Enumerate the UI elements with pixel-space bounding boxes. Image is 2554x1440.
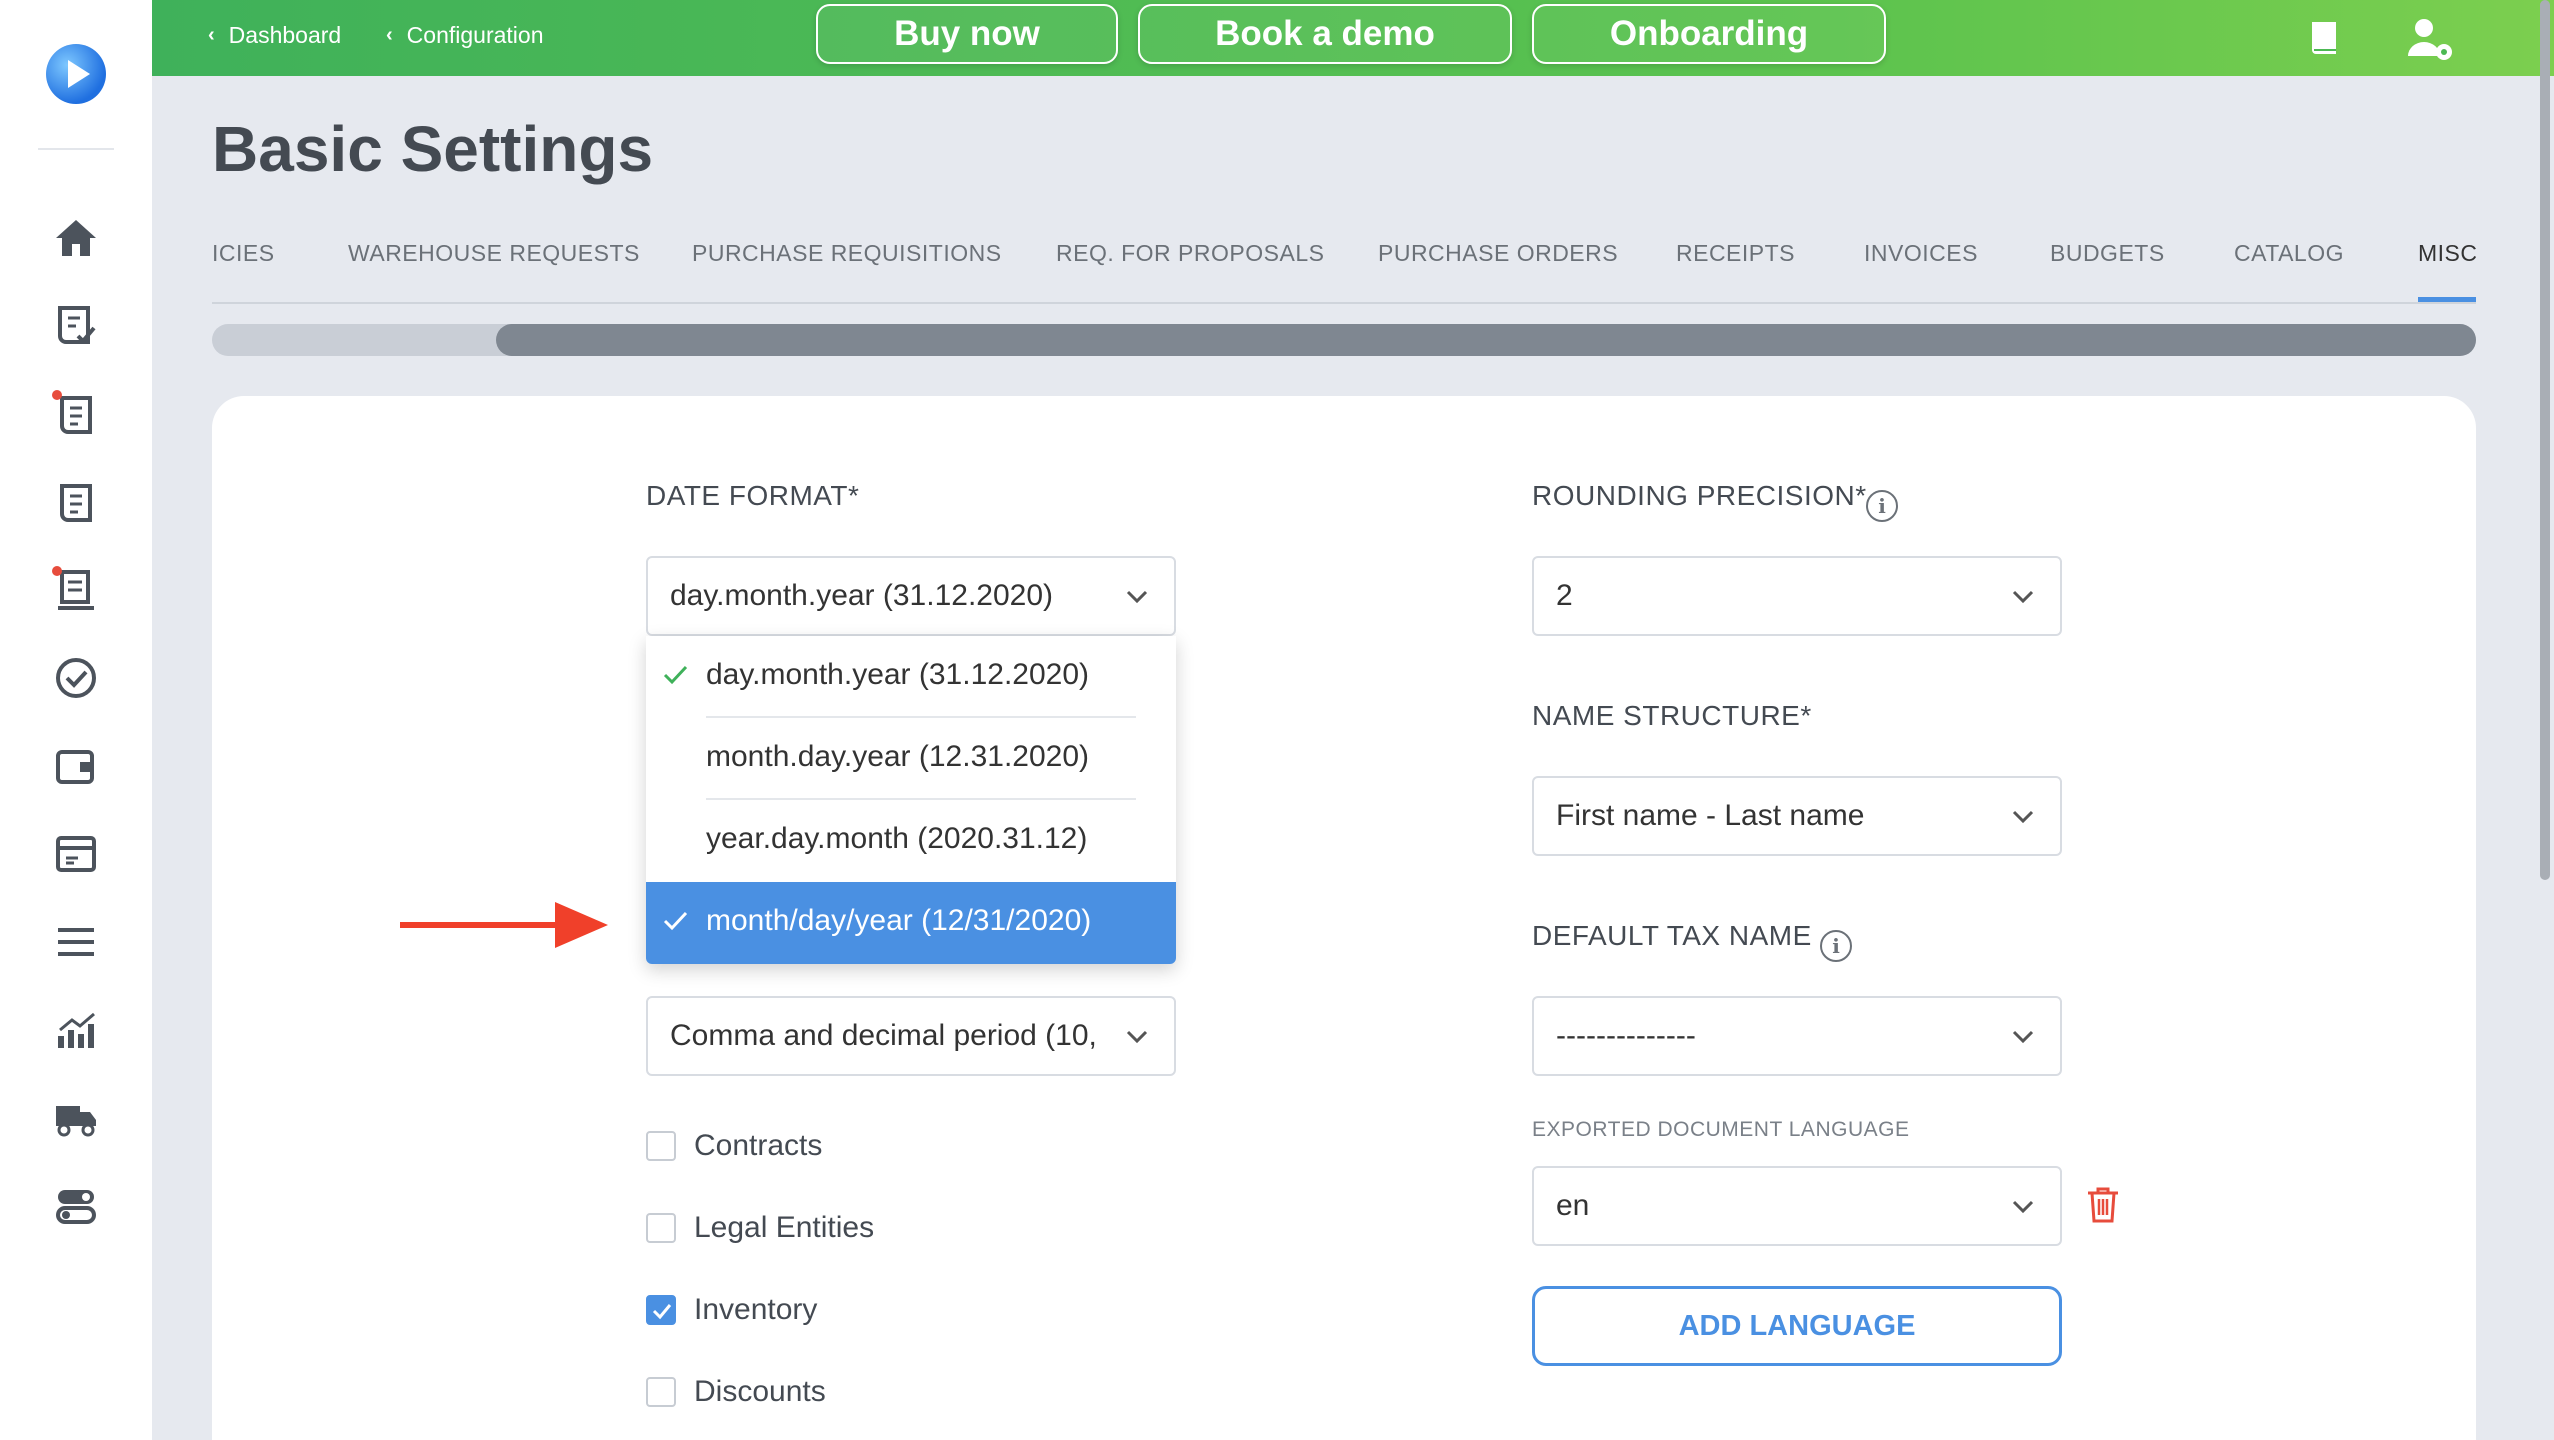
user-settings-icon[interactable] — [2406, 16, 2452, 60]
active-tab-indicator — [2418, 297, 2476, 302]
chevron-left-icon: ‹ — [386, 24, 393, 46]
date-format-option-highlighted[interactable]: month/day/year (12/31/2020) — [646, 882, 1176, 964]
date-format-label: DATE FORMAT* — [646, 480, 860, 511]
date-format-option[interactable]: year.day.month (2020.31.12) — [646, 800, 1176, 882]
tab-policies[interactable]: ICIES — [212, 240, 275, 267]
module-checkbox-discounts[interactable]: Discounts — [646, 1372, 826, 1412]
sidebar — [0, 0, 152, 1440]
name-structure-label: NAME STRUCTURE* — [1532, 700, 1812, 731]
tab-budgets[interactable]: BUDGETS — [2050, 240, 2165, 267]
name-structure-value: First name - Last name — [1556, 799, 1865, 832]
page-scrollbar[interactable] — [2536, 0, 2554, 880]
breadcrumb-dashboard[interactable]: ‹ Dashboard — [208, 22, 341, 49]
date-format-dropdown: day.month.year (31.12.2020) month.day.ye… — [646, 636, 1176, 964]
checkbox-label: Inventory — [694, 1293, 818, 1326]
tab-catalog[interactable]: CATALOG — [2234, 240, 2344, 267]
tab-purchase-orders[interactable]: PURCHASE ORDERS — [1378, 240, 1618, 267]
tab-receipts[interactable]: RECEIPTS — [1676, 240, 1795, 267]
checkbox[interactable] — [646, 1377, 676, 1407]
requests-icon[interactable] — [52, 302, 100, 350]
exported-language-value: en — [1556, 1189, 1590, 1222]
notification-dot — [52, 566, 62, 576]
top-bar: ‹ Dashboard ‹ Configuration Buy now Book… — [152, 0, 2554, 76]
menu-icon[interactable] — [52, 918, 100, 966]
info-icon[interactable]: i — [1866, 490, 1898, 522]
default-tax-name-select[interactable]: -------------- — [1532, 996, 2062, 1076]
home-icon[interactable] — [52, 214, 100, 262]
exported-language-select[interactable]: en — [1532, 1166, 2062, 1246]
chevron-left-icon: ‹ — [208, 24, 215, 46]
add-language-button[interactable]: ADD LANGUAGE — [1532, 1286, 2062, 1366]
default-tax-name-label: DEFAULT TAX NAME — [1532, 920, 1812, 951]
page-title: Basic Settings — [212, 113, 654, 185]
wallet-icon[interactable] — [52, 742, 100, 790]
checkbox-label: Contracts — [694, 1129, 823, 1162]
chevron-down-icon — [2012, 1200, 2034, 1214]
number-format-value: Comma and decimal period (10,… — [670, 1019, 1100, 1052]
onboarding-button[interactable]: Onboarding — [1532, 4, 1886, 64]
module-checkbox-inventory[interactable]: Inventory — [646, 1290, 817, 1330]
module-checkbox-contracts[interactable]: Contracts — [646, 1126, 822, 1166]
checkbox[interactable] — [646, 1213, 676, 1243]
tabs-scrollbar-thumb[interactable] — [496, 324, 2476, 356]
reports-icon[interactable] — [52, 1006, 100, 1054]
requisitions-icon[interactable] — [52, 390, 100, 438]
breadcrumb-label: Configuration — [406, 22, 544, 48]
option-label: month/day/year (12/31/2020) — [706, 904, 1092, 937]
breadcrumb-configuration[interactable]: ‹ Configuration — [386, 22, 543, 49]
page-scrollbar-thumb[interactable] — [2540, 0, 2550, 880]
sidebar-divider — [38, 148, 114, 150]
chevron-down-icon — [2012, 590, 2034, 604]
tab-invoices[interactable]: INVOICES — [1864, 240, 1978, 267]
tab-misc[interactable]: MISC — [2418, 240, 2476, 267]
orders-icon[interactable] — [52, 566, 100, 614]
buy-now-button[interactable]: Buy now — [816, 4, 1118, 64]
chevron-down-icon — [1126, 1030, 1148, 1044]
info-icon[interactable]: i — [1820, 930, 1852, 962]
book-icon[interactable] — [2302, 16, 2346, 60]
chevron-down-icon — [1126, 590, 1148, 604]
date-format-option[interactable]: day.month.year (31.12.2020) — [646, 636, 1176, 718]
invoices-icon[interactable] — [52, 830, 100, 878]
trash-icon[interactable] — [2086, 1186, 2120, 1224]
exported-language-label: EXPORTED DOCUMENT LANGUAGE — [1532, 1118, 1910, 1141]
tab-purchase-requisitions[interactable]: PURCHASE REQUISITIONS — [692, 240, 1002, 267]
option-label: day.month.year (31.12.2020) — [706, 658, 1090, 691]
settings-tabs: ICIES WAREHOUSE REQUESTS PURCHASE REQUIS… — [212, 240, 2476, 304]
approvals-icon[interactable] — [52, 654, 100, 702]
app-logo[interactable] — [46, 44, 106, 104]
rounding-precision-label: ROUNDING PRECISION* — [1532, 480, 1867, 511]
checkbox-label: Discounts — [694, 1375, 826, 1408]
chevron-down-icon — [2012, 810, 2034, 824]
book-demo-button[interactable]: Book a demo — [1138, 4, 1512, 64]
tab-warehouse-requests[interactable]: WAREHOUSE REQUESTS — [348, 240, 640, 267]
date-format-select[interactable]: day.month.year (31.12.2020) — [646, 556, 1176, 636]
option-label: year.day.month (2020.31.12) — [706, 822, 1088, 855]
default-tax-name-value: -------------- — [1556, 1019, 1696, 1052]
checkbox-label: Legal Entities — [694, 1211, 875, 1244]
module-checkbox-legal-entities[interactable]: Legal Entities — [646, 1208, 874, 1248]
check-icon — [663, 665, 688, 685]
date-format-value: day.month.year (31.12.2020) — [670, 579, 1054, 612]
rounding-precision-value: 2 — [1556, 579, 1573, 612]
option-label: month.day.year (12.31.2020) — [706, 740, 1090, 773]
date-format-option[interactable]: month.day.year (12.31.2020) — [646, 718, 1176, 800]
rounding-precision-select[interactable]: 2 — [1532, 556, 2062, 636]
checkbox[interactable] — [646, 1131, 676, 1161]
checkbox-checked[interactable] — [646, 1295, 676, 1325]
notification-dot — [52, 390, 62, 400]
red-arrow-annotation — [400, 902, 608, 948]
delivery-icon[interactable] — [52, 1094, 100, 1142]
tab-req-for-proposals[interactable]: REQ. FOR PROPOSALS — [1056, 240, 1324, 267]
name-structure-select[interactable]: First name - Last name — [1532, 776, 2062, 856]
chevron-down-icon — [2012, 1030, 2034, 1044]
check-icon — [652, 1304, 672, 1320]
breadcrumb-label: Dashboard — [228, 22, 342, 48]
number-format-select[interactable]: Comma and decimal period (10,… — [646, 996, 1176, 1076]
check-icon — [663, 911, 688, 931]
settings-icon[interactable] — [52, 1182, 100, 1230]
proposals-icon[interactable] — [52, 478, 100, 526]
